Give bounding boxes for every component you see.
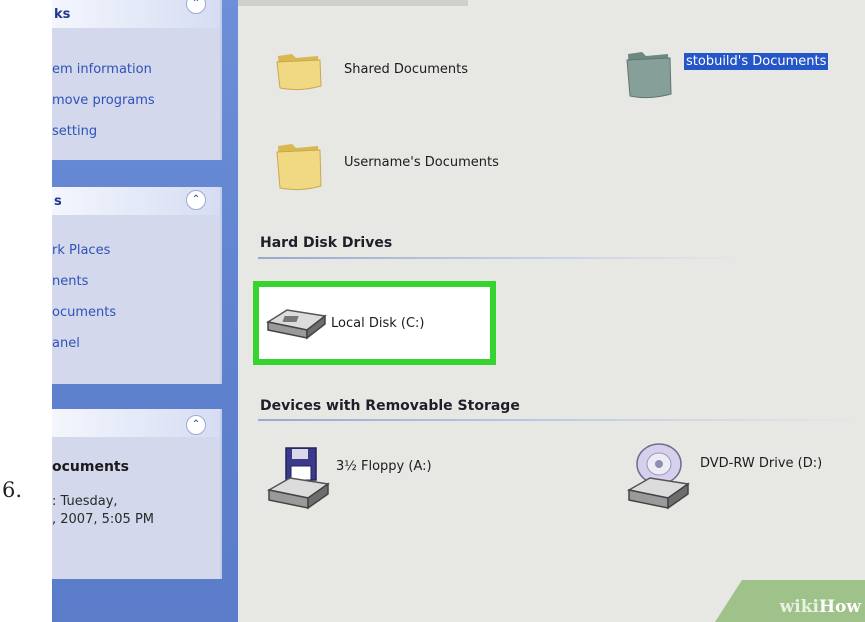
folder-icon — [626, 52, 672, 99]
folder-label: Username's Documents — [344, 154, 499, 170]
folder-shared-documents[interactable]: Shared Documents — [274, 46, 468, 92]
wikihow-logo: wikiHow — [780, 597, 861, 617]
other-places-header[interactable]: s ⌃ — [52, 187, 220, 215]
content-area: Shared Documents stobuild's Documents Us… — [238, 0, 865, 622]
collapse-chevron-icon[interactable]: ⌃ — [186, 0, 206, 14]
folder-user-documents[interactable]: stobuild's Documents — [624, 46, 829, 102]
system-tasks-panel: ks ⌃ em information move programs settin… — [52, 0, 222, 160]
folder-icon — [276, 54, 322, 91]
folder-icon — [276, 144, 322, 191]
section-divider — [258, 419, 858, 421]
collapse-chevron-icon[interactable]: ⌃ — [186, 415, 206, 435]
folder-label: Shared Documents — [344, 61, 469, 77]
system-tasks-title: ks — [54, 7, 71, 22]
collapse-chevron-icon[interactable]: ⌃ — [186, 190, 206, 210]
drive-local-disk-c[interactable]: Local Disk (C:) — [265, 304, 424, 342]
drive-label: 3½ Floppy (A:) — [336, 458, 432, 474]
task-link-system-information[interactable]: em information — [52, 58, 220, 89]
place-link-shared-documents[interactable]: ocuments — [52, 301, 220, 332]
hard-drive-icon — [266, 309, 327, 340]
other-places-panel: s ⌃ rk Places nents ocuments anel — [52, 187, 222, 384]
dvd-drive-icon — [626, 443, 690, 510]
task-link-change-setting[interactable]: setting — [52, 120, 220, 151]
toolbar-edge — [238, 0, 468, 6]
drive-label: Local Disk (C:) — [331, 315, 425, 331]
explorer-window: ks ⌃ em information move programs settin… — [52, 0, 865, 622]
other-places-title: s — [54, 194, 62, 209]
details-panel: ⌃ ocuments : Tuesday, , 2007, 5:05 PM — [52, 409, 222, 579]
wikihow-logo-prefix: wiki — [779, 597, 819, 617]
section-header-hard-disk-drives: Hard Disk Drives — [260, 235, 393, 251]
drive-label: DVD-RW Drive (D:) — [700, 455, 823, 471]
section-divider — [258, 257, 738, 259]
wikihow-logo-suffix: How — [818, 597, 861, 617]
details-text: : Tuesday, , 2007, 5:05 PM — [52, 494, 154, 527]
details-title: ocuments — [52, 459, 129, 475]
floppy-drive-icon — [266, 447, 330, 510]
drive-dvd-rw-d[interactable]: DVD-RW Drive (D:) — [626, 440, 822, 514]
place-link-my-documents[interactable]: nents — [52, 270, 220, 301]
place-link-network-places[interactable]: rk Places — [52, 239, 220, 270]
folder-username-documents[interactable]: Username's Documents — [274, 138, 499, 194]
task-pane: ks ⌃ em information move programs settin… — [52, 0, 238, 622]
step-number: 6. — [2, 478, 23, 502]
folder-label: stobuild's Documents — [684, 52, 829, 70]
system-tasks-header[interactable]: ks ⌃ — [52, 0, 220, 28]
details-header[interactable]: ⌃ — [52, 409, 220, 437]
place-link-control-panel[interactable]: anel — [52, 332, 220, 363]
section-header-removable-storage: Devices with Removable Storage — [260, 398, 520, 414]
task-link-remove-programs[interactable]: move programs — [52, 89, 220, 120]
drive-floppy-a[interactable]: 3½ Floppy (A:) — [266, 446, 432, 514]
